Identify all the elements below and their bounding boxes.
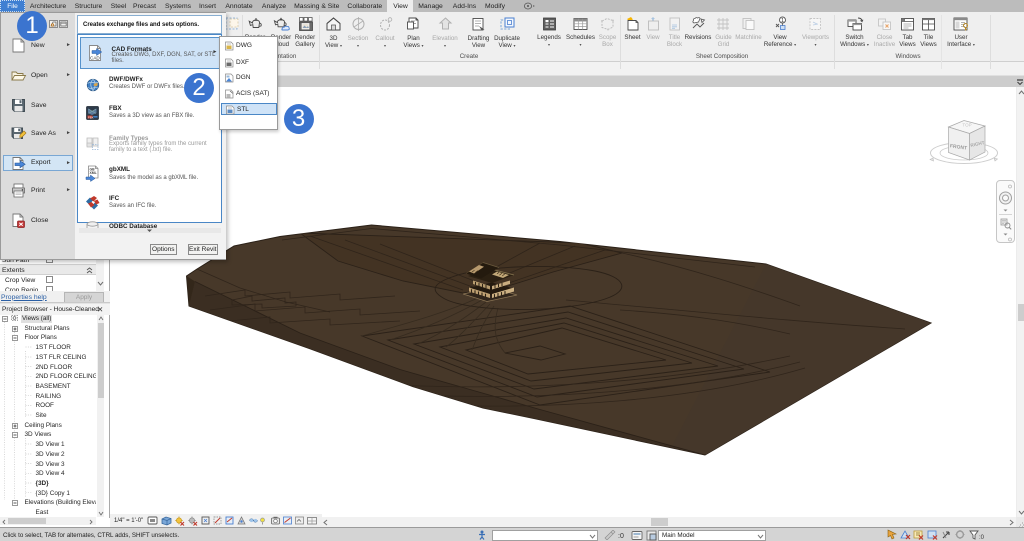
svg-text::0: :0 xyxy=(979,535,985,541)
svg-text::0: :0 xyxy=(618,533,624,540)
svg-text:XML: XML xyxy=(90,171,97,175)
svg-text:FBX: FBX xyxy=(88,115,94,119)
svg-text:TOP: TOP xyxy=(962,123,971,128)
svg-text:CAD: CAD xyxy=(90,56,100,61)
